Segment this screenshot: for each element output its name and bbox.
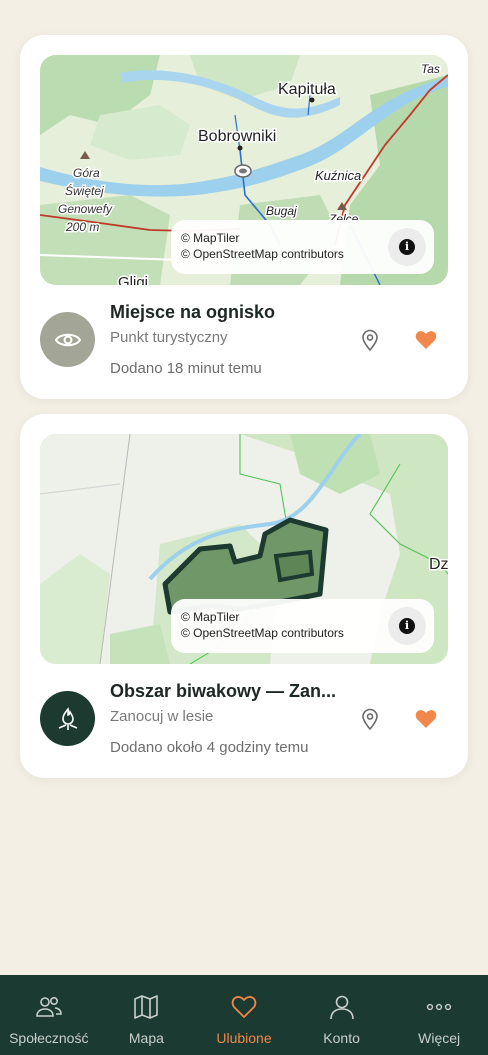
- svg-text:Góra: Góra: [73, 166, 100, 180]
- more-icon: [427, 1003, 452, 1011]
- svg-text:Genowefy: Genowefy: [58, 202, 113, 216]
- tab-account[interactable]: Konto: [293, 975, 391, 1055]
- svg-text:Tas: Tas: [421, 62, 440, 76]
- map-attribution: © MapTiler © OpenStreetMap contributors …: [171, 599, 434, 653]
- user-icon: [329, 995, 354, 1020]
- heart-filled-icon: [415, 710, 437, 728]
- map-attribution: © MapTiler © OpenStreetMap contributors …: [171, 220, 434, 274]
- info-icon: i: [399, 618, 415, 634]
- added-time: Dodano 18 minut temu: [110, 360, 262, 377]
- favorite-card[interactable]: Kapituła Tas Bobrowniki Kuźnica Góra Świ…: [20, 35, 468, 399]
- tab-map[interactable]: Mapa: [98, 975, 196, 1055]
- svg-text:Kapituła: Kapituła: [278, 81, 336, 98]
- map-info-button[interactable]: i: [388, 228, 426, 266]
- place-title[interactable]: Miejsce na ognisko: [110, 302, 275, 323]
- eye-icon: [54, 333, 81, 346]
- place-title[interactable]: Obszar biwakowy — Zan...: [110, 681, 336, 702]
- users-icon: [35, 996, 62, 1017]
- tab-favorites[interactable]: Ulubione: [195, 975, 293, 1055]
- favorite-button[interactable]: [413, 706, 439, 732]
- tab-label: Mapa: [128, 1030, 164, 1046]
- heart-icon: [231, 996, 257, 1018]
- tab-community[interactable]: Społeczność: [0, 975, 98, 1055]
- svg-text:Świętej: Świętej: [65, 183, 104, 198]
- svg-text:Bugaj: Bugaj: [266, 204, 297, 218]
- avatar: [40, 691, 95, 746]
- info-icon: i: [399, 239, 415, 255]
- place-category: Zanocuj w lesie: [110, 708, 214, 725]
- map-icon: [134, 995, 159, 1019]
- favorite-card[interactable]: Dz © MapTiler © OpenStreetMap contributo…: [20, 414, 468, 778]
- heart-filled-icon: [415, 331, 437, 349]
- svg-text:200 m: 200 m: [65, 220, 99, 234]
- favorite-button[interactable]: [413, 327, 439, 353]
- map-pin-icon: [362, 329, 378, 351]
- map-info-button[interactable]: i: [388, 607, 426, 645]
- added-time: Dodano około 4 godziny temu: [110, 739, 309, 756]
- map-preview[interactable]: Dz © MapTiler © OpenStreetMap contributo…: [40, 434, 448, 664]
- tab-label: Społeczność: [9, 1030, 89, 1046]
- campfire-icon: [58, 706, 77, 730]
- svg-text:Bobrowniki: Bobrowniki: [198, 128, 276, 145]
- svg-text:Dz: Dz: [429, 556, 448, 573]
- tab-label: Ulubione: [216, 1030, 272, 1046]
- svg-text:Kuźnica: Kuźnica: [315, 168, 361, 183]
- map-preview[interactable]: Kapituła Tas Bobrowniki Kuźnica Góra Świ…: [40, 55, 448, 285]
- tab-label: Więcej: [418, 1030, 461, 1046]
- map-pin-icon: [362, 708, 378, 730]
- place-category: Punkt turystyczny: [110, 329, 228, 346]
- avatar: [40, 312, 95, 367]
- show-on-map-button[interactable]: [358, 327, 382, 353]
- svg-text:Gligi: Gligi: [118, 274, 148, 285]
- tab-label: Konto: [323, 1030, 360, 1046]
- tab-more[interactable]: Więcej: [390, 975, 488, 1055]
- bottom-tab-bar: Społeczność Mapa Ulubione Konto Więcej: [0, 975, 488, 1055]
- show-on-map-button[interactable]: [358, 706, 382, 732]
